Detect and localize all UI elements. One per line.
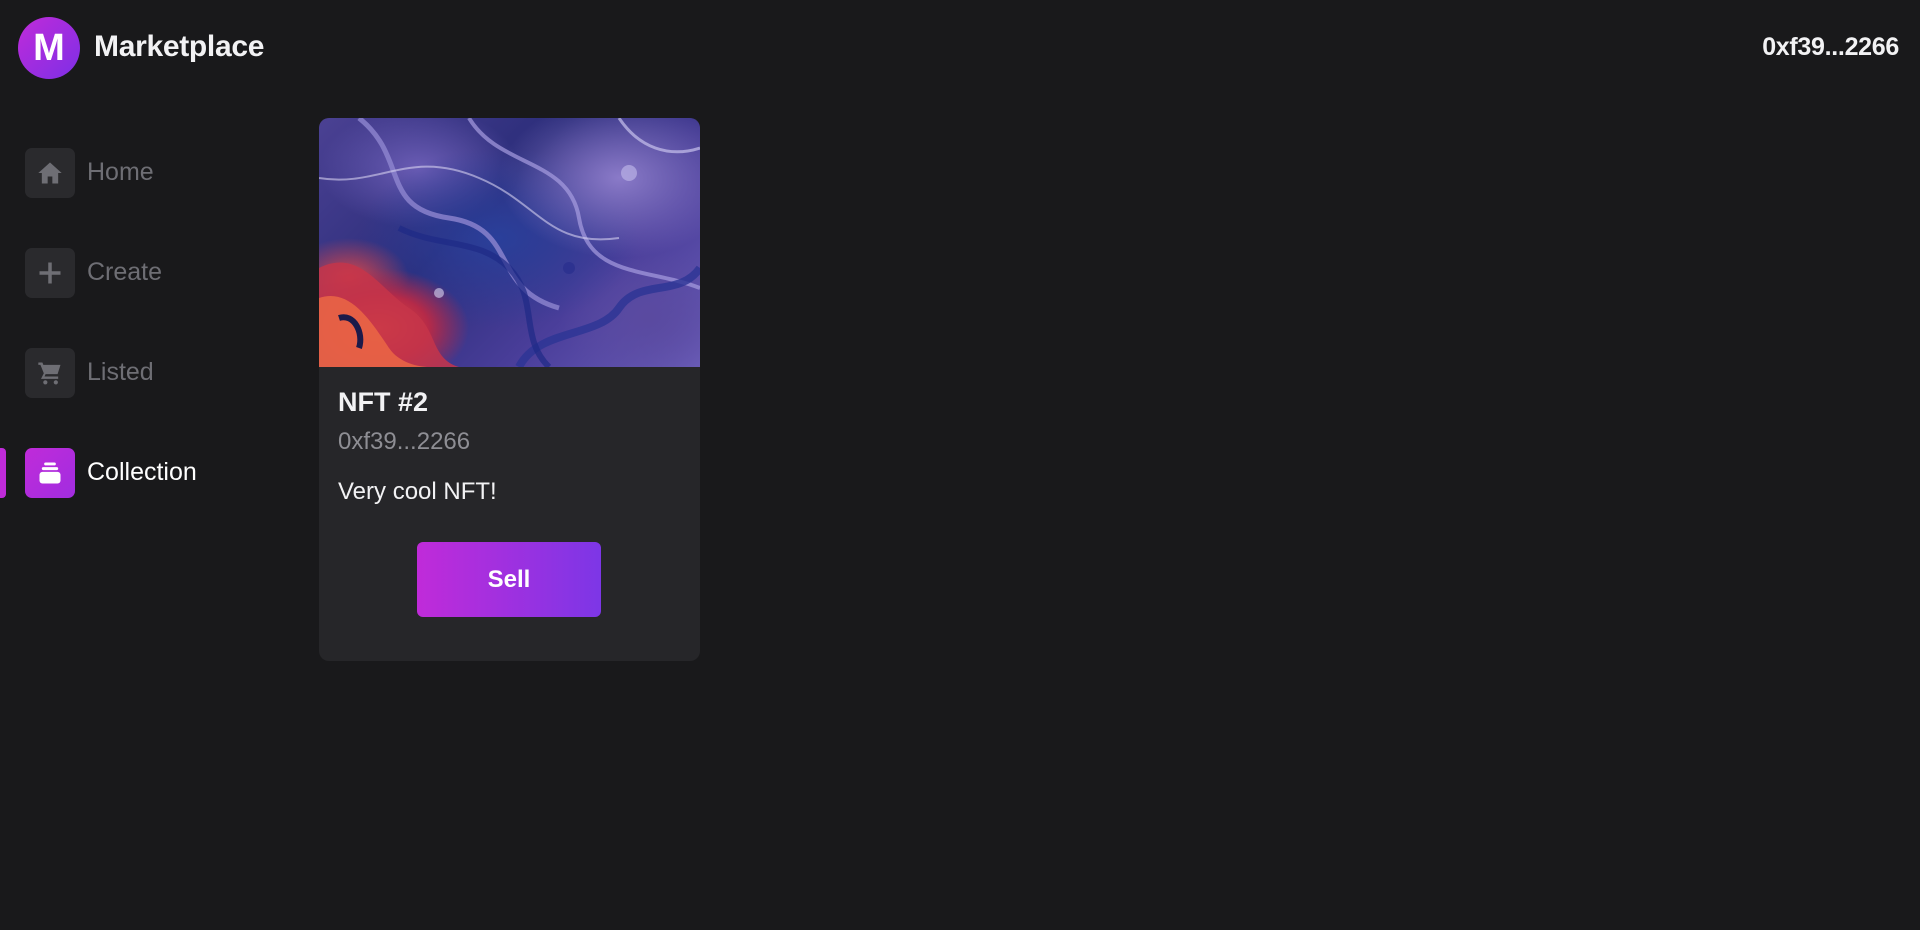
sidebar-item-listed[interactable]: Listed xyxy=(0,340,300,400)
sidebar-item-create[interactable]: Create xyxy=(0,240,300,300)
sell-button[interactable]: Sell xyxy=(417,542,601,617)
home-icon xyxy=(25,148,75,198)
sidebar-item-label: Home xyxy=(87,158,154,186)
sidebar-item-label: Listed xyxy=(87,358,154,386)
wallet-address[interactable]: 0xf39...2266 xyxy=(1762,33,1899,62)
logo[interactable]: M xyxy=(18,17,80,79)
nft-owner-address: 0xf39...2266 xyxy=(338,428,471,455)
sidebar-item-label: Collection xyxy=(87,458,197,486)
top-bar: M Marketplace 0xf39...2266 xyxy=(0,0,1920,96)
nft-image[interactable] xyxy=(319,118,700,367)
nft-description: Very cool NFT! xyxy=(338,478,497,505)
nft-title: NFT #2 xyxy=(338,387,429,417)
sidebar-item-collection[interactable]: Collection xyxy=(0,440,300,500)
cart-icon xyxy=(25,348,75,398)
active-indicator xyxy=(0,448,6,498)
sidebar-item-home[interactable]: Home xyxy=(0,140,300,200)
nft-card[interactable]: NFT #2 0xf39...2266 Very cool NFT! Sell xyxy=(319,118,700,661)
logo-letter: M xyxy=(33,26,65,69)
sidebar-item-label: Create xyxy=(87,258,163,286)
collection-icon xyxy=(25,448,75,498)
plus-icon xyxy=(25,248,75,298)
brand-name[interactable]: Marketplace xyxy=(94,30,264,64)
